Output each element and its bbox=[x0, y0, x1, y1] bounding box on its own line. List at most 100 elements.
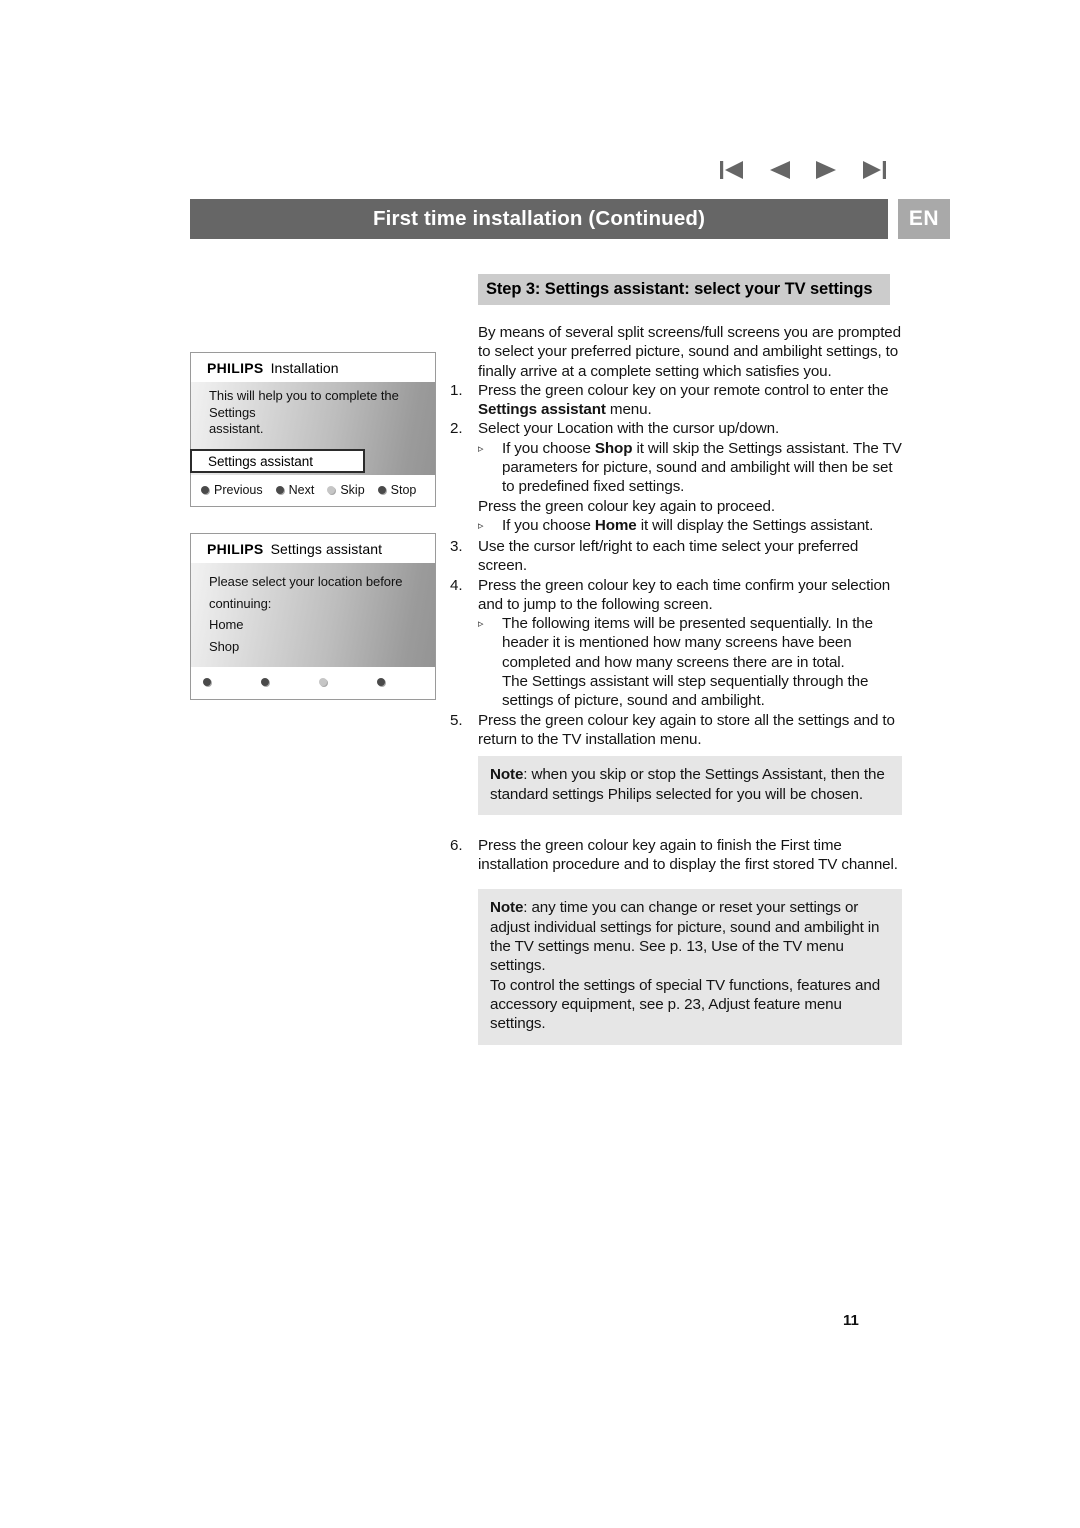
item1-text-a: Press the green colour key on your remot… bbox=[478, 381, 889, 399]
page-navigation-bar bbox=[718, 155, 888, 185]
mockup-button-label: Next bbox=[288, 483, 315, 497]
mockup-button-stop[interactable] bbox=[377, 678, 435, 686]
bullet-dot-icon bbox=[275, 486, 284, 494]
list-item-number: 3. bbox=[450, 537, 463, 555]
sub-home-text-b: it will display the Settings assistant. bbox=[636, 516, 874, 534]
sub-bullet-sequential: ▹ The following items will be presented … bbox=[478, 614, 902, 672]
note-label: Note bbox=[490, 899, 524, 917]
mockup-menu-item-settings-assistant[interactable]: Settings assistant bbox=[190, 449, 365, 473]
mockup-body: This will help you to complete the Setti… bbox=[190, 382, 435, 475]
tv-screen-mockup-installation: PHILIPS Installation This will help you … bbox=[190, 352, 436, 507]
mockup-button-label: Previous bbox=[214, 483, 263, 497]
list-item-4: 4. Press the green colour key to each ti… bbox=[450, 576, 902, 615]
note-body: : any time you can change or reset your … bbox=[490, 899, 880, 975]
sub-bullet-home: ▹ If you choose Home it will display the… bbox=[478, 516, 902, 537]
instructions-content: By means of several split screens/full s… bbox=[450, 323, 902, 1045]
sub-shop-text-a: If you choose bbox=[502, 439, 595, 457]
item2-proceed-note: Press the green colour key again to proc… bbox=[478, 497, 775, 515]
mockup-text-line: continuing: bbox=[209, 595, 272, 611]
triangle-bullet-icon: ▹ bbox=[478, 519, 484, 532]
note-text: Note: when you skip or stop the Settings… bbox=[490, 765, 890, 804]
mockup-title: Settings assistant bbox=[270, 540, 383, 557]
mockup-text-line: Please select your location before bbox=[209, 574, 403, 589]
note-label: Note bbox=[490, 766, 524, 784]
step-header-label: Step 3: Settings assistant: select your … bbox=[486, 280, 873, 298]
mockup-button-stop[interactable]: Stop bbox=[377, 483, 417, 497]
list-item-number: 6. bbox=[450, 836, 463, 854]
skip-to-end-icon[interactable] bbox=[858, 157, 888, 183]
mockup-option-home[interactable]: Home bbox=[209, 617, 425, 634]
triangle-bullet-icon: ▹ bbox=[478, 442, 484, 455]
mockup-title: Installation bbox=[270, 359, 339, 376]
list-item-1: 1. Press the green colour key on your re… bbox=[450, 381, 902, 420]
sub-text-assistant-steps: The Settings assistant will step sequent… bbox=[478, 672, 902, 711]
mockup-button-skip[interactable] bbox=[319, 678, 377, 686]
language-badge: EN bbox=[898, 199, 950, 239]
list-item-2: 2. Select your Location with the cursor … bbox=[450, 419, 902, 438]
item1-bold-term: Settings assistant bbox=[478, 401, 606, 419]
list-item-number: 2. bbox=[450, 420, 463, 438]
sub-home-text-a: If you choose bbox=[502, 516, 595, 534]
bullet-dot-icon bbox=[377, 678, 385, 686]
page-title: First time installation (Continued) bbox=[372, 207, 706, 230]
bullet-dot-icon bbox=[327, 486, 336, 494]
note-box-change-settings: Note: any time you can change or reset y… bbox=[478, 889, 902, 1045]
mockup-body: Please select your location before conti… bbox=[191, 563, 435, 667]
list-item-6: 6. Press the green colour key again to f… bbox=[450, 836, 902, 875]
note-box-skip-stop: Note: when you skip or stop the Settings… bbox=[478, 756, 902, 815]
mockup-footer-buttons bbox=[191, 667, 435, 697]
mockup-header: PHILIPS Installation bbox=[191, 353, 435, 382]
mockup-text-line: assistant. bbox=[209, 421, 264, 436]
tv-screen-mockup-settings-assistant: PHILIPS Settings assistant Please select… bbox=[190, 533, 436, 700]
step-header-bar: Step 3: Settings assistant: select your … bbox=[478, 274, 890, 305]
bullet-dot-icon bbox=[377, 486, 386, 494]
page-number: 11 bbox=[843, 1312, 859, 1329]
bullet-dot-icon bbox=[201, 486, 209, 494]
note-body: : when you skip or stop the Settings Ass… bbox=[490, 766, 885, 803]
philips-logo: PHILIPS bbox=[207, 540, 264, 557]
list-item-text: Press the green colour key again to stor… bbox=[478, 711, 895, 748]
sub-bullet-text: The following items will be presented se… bbox=[502, 615, 873, 671]
list-item-number: 5. bbox=[450, 711, 463, 729]
mockup-button-previous[interactable]: Previous bbox=[201, 483, 263, 497]
bullet-dot-icon bbox=[203, 678, 211, 686]
mockup-button-previous[interactable] bbox=[203, 678, 261, 686]
list-item-text: Use the cursor left/right to each time s… bbox=[478, 537, 859, 575]
mockup-button-label: Stop bbox=[390, 483, 417, 497]
sub-home-bold-term: Home bbox=[594, 516, 637, 534]
list-item-5: 5. Press the green colour key again to s… bbox=[450, 711, 902, 750]
next-page-icon[interactable] bbox=[811, 157, 841, 183]
sub-shop-bold-term: Shop bbox=[594, 439, 633, 457]
list-item-3: 3. Use the cursor left/right to each tim… bbox=[450, 537, 902, 576]
mockup-header: PHILIPS Settings assistant bbox=[191, 534, 435, 563]
item1-text-b: menu. bbox=[605, 401, 652, 419]
list-item-text: Select your Location with the cursor up/… bbox=[478, 420, 780, 438]
bullet-dot-icon bbox=[319, 678, 327, 686]
note-text-secondary: To control the settings of special TV fu… bbox=[490, 976, 881, 1033]
intro-paragraph: By means of several split screens/full s… bbox=[478, 324, 901, 380]
skip-to-start-icon[interactable] bbox=[718, 157, 748, 183]
sub-bullet-text: If you choose Shop it will skip the Sett… bbox=[502, 439, 902, 497]
mockup-text-line: This will help you to complete the Setti… bbox=[209, 388, 399, 420]
sub-bullet-shop: ▹ If you choose Shop it will skip the Se… bbox=[478, 439, 902, 497]
note-text: Note: any time you can change or reset y… bbox=[490, 898, 890, 975]
previous-page-icon[interactable] bbox=[765, 157, 795, 183]
bullet-dot-icon bbox=[261, 678, 269, 686]
mockup-option-shop[interactable]: Shop bbox=[209, 639, 425, 656]
philips-logo: PHILIPS bbox=[207, 359, 264, 376]
triangle-bullet-icon: ▹ bbox=[478, 618, 484, 631]
language-badge-label: EN bbox=[908, 207, 940, 230]
mockup-button-label: Skip bbox=[340, 483, 365, 497]
mockup-menu-item-label: Settings assistant bbox=[208, 453, 313, 469]
list-item-number: 4. bbox=[450, 576, 463, 594]
list-item-text: Press the green colour key on your remot… bbox=[478, 381, 902, 420]
sub-bullet-text: The Settings assistant will step sequent… bbox=[502, 673, 869, 710]
list-item-number: 1. bbox=[450, 381, 463, 399]
mockup-button-skip[interactable]: Skip bbox=[327, 483, 365, 497]
mockup-button-next[interactable]: Next bbox=[275, 483, 315, 497]
mockup-button-next[interactable] bbox=[261, 678, 319, 686]
list-item-text: Press the green colour key to each time … bbox=[478, 576, 891, 613]
